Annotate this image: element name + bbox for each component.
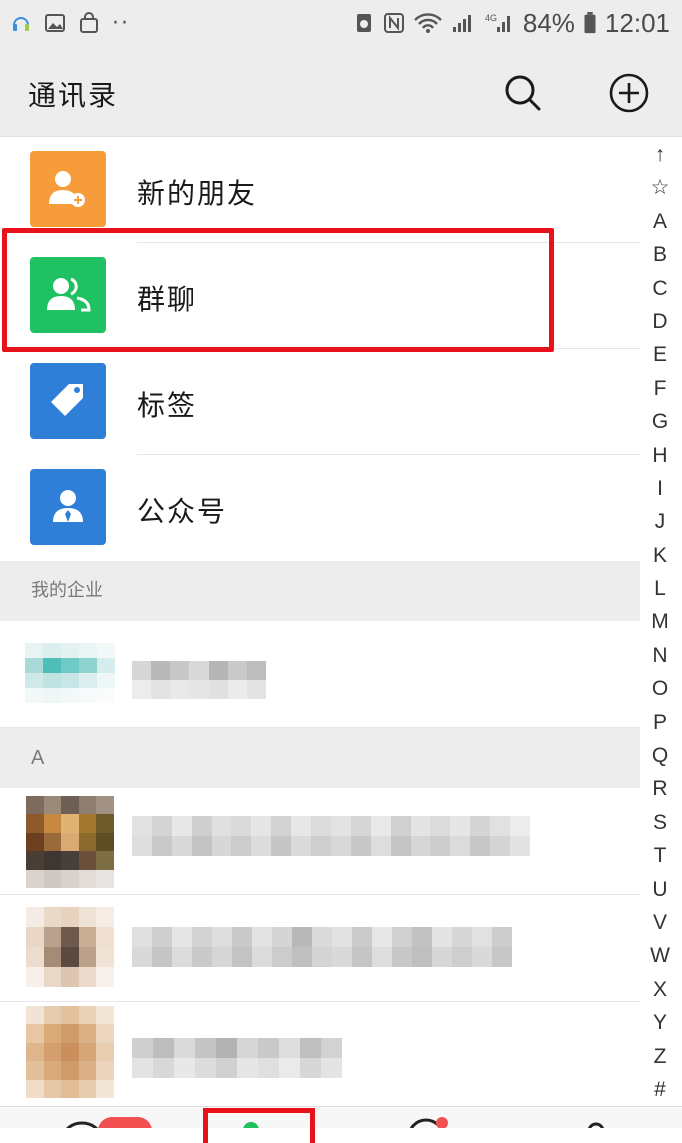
index-letter[interactable]: U <box>652 873 667 906</box>
official-account-icon <box>30 469 106 545</box>
index-letter[interactable]: C <box>652 272 667 305</box>
official-accounts-label: 公众号 <box>137 495 228 528</box>
index-letter[interactable]: F <box>654 372 667 405</box>
add-circle-icon[interactable] <box>608 72 650 114</box>
index-letter[interactable]: S <box>653 806 667 839</box>
contact-name <box>132 927 512 967</box>
section-header-a: A <box>0 728 640 788</box>
index-letter[interactable]: R <box>652 772 667 805</box>
discover-tab-icon[interactable] <box>404 1117 450 1128</box>
new-friends-label: 新的朋友 <box>137 177 258 210</box>
title-bar: 通讯录 <box>0 46 682 137</box>
index-letter[interactable]: W <box>650 939 670 972</box>
tag-icon <box>30 363 106 439</box>
index-letter[interactable]: ↑ <box>655 138 666 171</box>
index-letter[interactable]: D <box>652 305 667 338</box>
recycle-icon <box>356 14 371 32</box>
alphabet-index-bar[interactable]: ↑ ☆ A B C D E F G H I J K L M N O P Q R S T U V W X Y Z # <box>646 138 674 1106</box>
battery-percent: 84% <box>522 7 575 38</box>
group-chat-item[interactable]: 群聊 <box>0 243 640 349</box>
nfc-icon <box>383 13 404 33</box>
chats-tab-icon[interactable] <box>62 1117 102 1128</box>
enterprise-name <box>132 661 266 699</box>
official-accounts-item[interactable]: 公众号 <box>0 455 640 561</box>
battery-icon <box>584 12 596 34</box>
index-letter[interactable]: G <box>652 405 668 438</box>
index-letter[interactable]: N <box>652 639 667 672</box>
signal-icon <box>452 15 471 32</box>
contact-avatar <box>26 796 114 888</box>
enterprise-contact-row[interactable] <box>0 621 640 728</box>
index-letter[interactable]: A <box>653 205 667 238</box>
index-letter[interactable]: Q <box>652 739 668 772</box>
index-letter[interactable]: B <box>653 238 667 271</box>
notification-headset-icon <box>13 17 29 31</box>
tags-label: 标签 <box>137 389 198 422</box>
index-letter[interactable]: Y <box>653 1006 667 1039</box>
search-icon[interactable] <box>502 72 542 112</box>
unread-badge <box>98 1117 152 1128</box>
index-letter[interactable]: E <box>653 338 667 371</box>
add-friend-icon <box>30 151 106 227</box>
4g-signal-icon: 4G <box>485 13 510 32</box>
index-letter[interactable]: # <box>654 1073 666 1106</box>
svg-text:4G: 4G <box>485 13 497 23</box>
index-letter[interactable]: L <box>654 572 666 605</box>
index-letter[interactable]: M <box>651 605 669 638</box>
contact-avatar <box>26 907 114 987</box>
index-letter[interactable]: O <box>652 672 668 705</box>
shopping-bag-icon <box>80 12 98 33</box>
contact-row[interactable] <box>0 895 640 1002</box>
index-letter[interactable]: J <box>655 505 666 538</box>
status-bar: ·· 4G 84% 12:01 <box>0 0 682 46</box>
group-chat-label: 群聊 <box>137 283 198 316</box>
page-title: 通讯录 <box>28 79 119 112</box>
overflow-dots: ·· <box>112 10 130 36</box>
index-letter[interactable]: P <box>653 706 667 739</box>
wifi-icon <box>414 13 442 33</box>
index-letter[interactable]: T <box>654 839 667 872</box>
section-header-enterprise: 我的企业 <box>0 561 640 621</box>
contact-name <box>132 1038 342 1078</box>
index-letter[interactable]: K <box>653 539 667 572</box>
group-chat-icon <box>30 257 106 333</box>
index-letter[interactable]: ☆ <box>651 171 670 204</box>
status-time: 12:01 <box>604 7 670 38</box>
index-letter[interactable]: X <box>653 973 667 1006</box>
contact-row[interactable] <box>0 1002 640 1106</box>
bottom-navigation <box>0 1106 682 1128</box>
tags-item[interactable]: 标签 <box>0 349 640 455</box>
index-letter[interactable]: H <box>652 439 667 472</box>
contact-name <box>132 816 530 856</box>
contact-avatar <box>26 1006 114 1098</box>
enterprise-avatar <box>25 643 115 703</box>
index-letter[interactable]: Z <box>654 1040 667 1073</box>
new-friends-item[interactable]: 新的朋友 <box>0 137 640 243</box>
gallery-icon <box>45 14 65 32</box>
contact-row[interactable] <box>0 788 640 895</box>
index-letter[interactable]: V <box>653 906 667 939</box>
index-letter[interactable]: I <box>657 472 663 505</box>
